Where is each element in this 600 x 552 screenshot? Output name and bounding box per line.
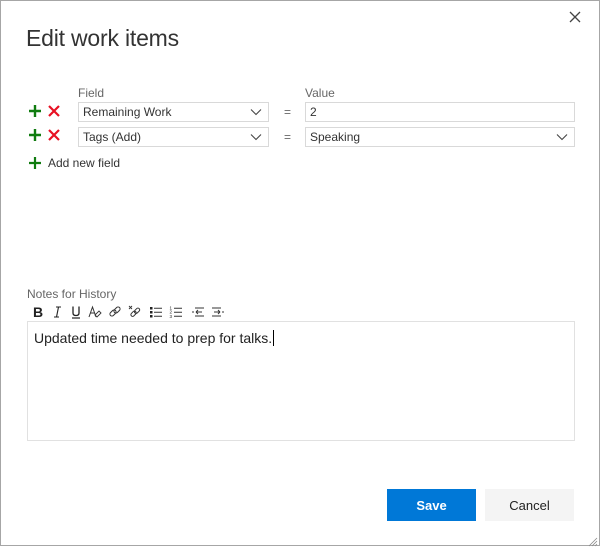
increase-indent-icon bbox=[212, 307, 224, 317]
chevron-down-icon bbox=[250, 134, 262, 141]
link-icon bbox=[109, 306, 121, 317]
svg-text:3: 3 bbox=[170, 314, 173, 319]
resize-grip[interactable] bbox=[588, 534, 598, 547]
value-select[interactable]: Speaking bbox=[305, 127, 575, 147]
increase-indent-button[interactable] bbox=[211, 304, 225, 320]
svg-text:B: B bbox=[33, 305, 43, 319]
bulleted-list-button[interactable] bbox=[149, 304, 163, 320]
chevron-down-icon bbox=[556, 134, 568, 141]
decrease-indent-icon bbox=[192, 307, 204, 317]
value-input-text: 2 bbox=[310, 105, 317, 119]
unlink-button[interactable] bbox=[128, 304, 142, 320]
x-icon bbox=[48, 129, 60, 141]
decrease-indent-button[interactable] bbox=[191, 304, 205, 320]
numbered-list-button[interactable]: 1 2 3 bbox=[169, 304, 183, 320]
close-button[interactable] bbox=[567, 9, 583, 25]
chevron-down-icon bbox=[250, 109, 262, 116]
remove-row-button[interactable] bbox=[47, 104, 61, 118]
field-column-label: Field bbox=[78, 86, 105, 100]
equals-operator: = bbox=[284, 105, 292, 119]
cancel-button[interactable]: Cancel bbox=[485, 489, 574, 521]
plus-icon bbox=[29, 129, 41, 141]
remove-row-button[interactable] bbox=[47, 128, 61, 142]
highlight-button[interactable] bbox=[88, 304, 102, 320]
value-select-value: Speaking bbox=[310, 130, 361, 144]
add-row-button[interactable] bbox=[28, 128, 42, 142]
notes-content: Updated time needed to prep for talks. bbox=[34, 330, 273, 346]
numbered-list-icon: 1 2 3 bbox=[170, 306, 182, 319]
value-column-label: Value bbox=[305, 86, 335, 100]
link-button[interactable] bbox=[108, 304, 122, 320]
notes-label: Notes for History bbox=[27, 287, 117, 301]
save-button[interactable]: Save bbox=[387, 489, 476, 521]
equals-operator: = bbox=[284, 130, 292, 144]
field-select-value: Remaining Work bbox=[83, 105, 172, 119]
underline-button[interactable] bbox=[69, 304, 83, 320]
field-select[interactable]: Tags (Add) bbox=[78, 127, 269, 147]
underline-icon bbox=[72, 306, 80, 319]
field-select[interactable]: Remaining Work bbox=[78, 102, 269, 122]
dialog-title: Edit work items bbox=[26, 25, 179, 51]
edit-work-items-dialog: Edit work items Field Value Remaining Wo… bbox=[0, 0, 600, 547]
plus-icon bbox=[29, 105, 41, 117]
bold-icon: B bbox=[33, 305, 43, 319]
unlink-icon bbox=[128, 305, 141, 317]
italic-button[interactable] bbox=[50, 304, 64, 320]
notes-editor[interactable]: Updated time needed to prep for talks. bbox=[27, 321, 575, 441]
value-input[interactable]: 2 bbox=[305, 102, 575, 122]
add-new-field-label: Add new field bbox=[48, 156, 121, 170]
add-row-button[interactable] bbox=[28, 104, 42, 118]
x-icon bbox=[48, 105, 60, 117]
bulleted-list-icon bbox=[150, 307, 162, 318]
highlight-icon bbox=[88, 305, 102, 318]
add-new-field-link[interactable]: Add new field bbox=[28, 156, 120, 170]
text-caret bbox=[273, 330, 275, 346]
plus-icon bbox=[29, 157, 41, 169]
close-icon bbox=[569, 11, 581, 23]
field-select-value: Tags (Add) bbox=[83, 130, 142, 144]
italic-icon bbox=[54, 306, 61, 318]
bold-button[interactable]: B bbox=[31, 304, 45, 320]
